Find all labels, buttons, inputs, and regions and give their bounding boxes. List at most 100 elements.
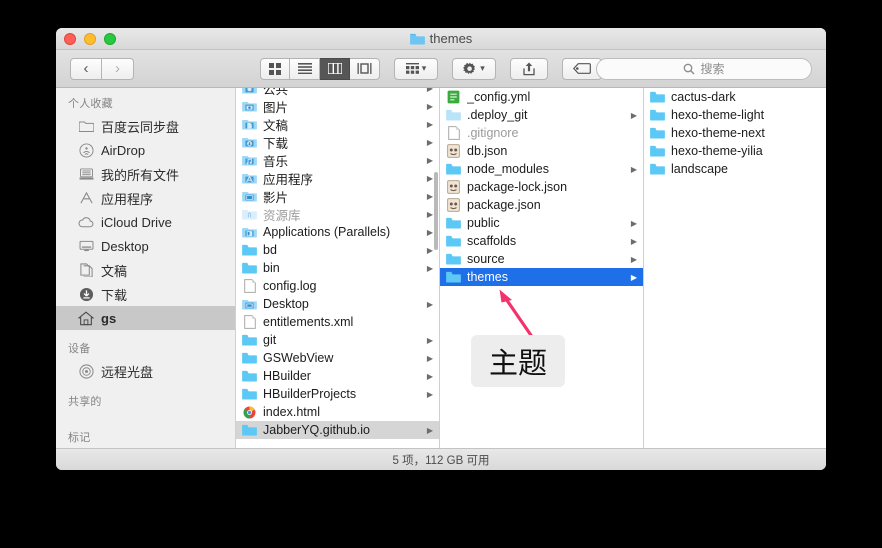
chevron-right-icon: ▶ bbox=[427, 102, 433, 111]
file-row[interactable]: hexo-theme-next bbox=[644, 124, 826, 142]
chevron-right-icon: ▶ bbox=[427, 300, 433, 309]
file-row[interactable]: bd▶ bbox=[236, 241, 439, 259]
sidebar-item-label: 下载 bbox=[101, 285, 127, 304]
file-row[interactable]: 文稿▶ bbox=[236, 115, 439, 133]
sidebar-item-documents[interactable]: 文稿 bbox=[56, 258, 235, 282]
finder-body: 个人收藏 百度云同步盘 AirDrop 我的所有文件 bbox=[56, 88, 826, 448]
json-file-icon bbox=[446, 198, 461, 212]
file-row[interactable]: public▶ bbox=[440, 214, 643, 232]
file-row[interactable]: node_modules▶ bbox=[440, 160, 643, 178]
file-row[interactable]: Applications (Parallels)▶ bbox=[236, 223, 439, 241]
file-row[interactable]: 应用程序▶ bbox=[236, 169, 439, 187]
chevron-down-icon: ▾ bbox=[422, 64, 427, 73]
sidebar-item-applications[interactable]: 应用程序 bbox=[56, 186, 235, 210]
file-row[interactable]: index.html bbox=[236, 403, 439, 421]
file-row-label: scaffolds bbox=[467, 234, 625, 248]
document-icon bbox=[242, 315, 257, 329]
file-row[interactable]: config.log bbox=[236, 277, 439, 295]
file-row[interactable]: 音乐▶ bbox=[236, 151, 439, 169]
back-button[interactable]: ‹ bbox=[70, 58, 102, 80]
file-row[interactable]: 图片▶ bbox=[236, 97, 439, 115]
file-row[interactable]: hexo-theme-yilia bbox=[644, 142, 826, 160]
window-titlebar[interactable]: themes bbox=[56, 28, 826, 50]
file-row[interactable]: themes▶ bbox=[440, 268, 643, 286]
close-button[interactable] bbox=[64, 33, 76, 45]
sidebar-item-icloud-drive[interactable]: iCloud Drive bbox=[56, 210, 235, 234]
file-row[interactable]: HBuilder▶ bbox=[236, 367, 439, 385]
file-row-label: bin bbox=[263, 261, 421, 275]
sidebar-item-gs[interactable]: gs bbox=[56, 306, 235, 330]
file-row[interactable]: HBuilderProjects▶ bbox=[236, 385, 439, 403]
file-row-label: _config.yml bbox=[467, 90, 637, 104]
chevron-right-icon: ▶ bbox=[427, 246, 433, 255]
file-row[interactable]: entitlements.xml bbox=[236, 313, 439, 331]
document-icon bbox=[446, 126, 461, 140]
column-browser: 公共▶图片▶文稿▶下载▶音乐▶应用程序▶影片▶资源库▶Applications … bbox=[236, 88, 826, 448]
sidebar-item-label: iCloud Drive bbox=[101, 215, 172, 230]
file-row[interactable]: landscape bbox=[644, 160, 826, 178]
action-button[interactable]: ▾ bbox=[452, 58, 496, 80]
file-row[interactable]: git▶ bbox=[236, 331, 439, 349]
file-row[interactable]: scaffolds▶ bbox=[440, 232, 643, 250]
file-row[interactable]: _config.yml bbox=[440, 88, 643, 106]
column-themes-rows: cactus-dark hexo-theme-light hexo-theme-ne… bbox=[644, 88, 826, 178]
file-row[interactable]: bin▶ bbox=[236, 259, 439, 277]
sidebar-item-desktop[interactable]: Desktop bbox=[56, 234, 235, 258]
file-row[interactable]: cactus-dark bbox=[644, 88, 826, 106]
sidebar-item-baidu-sync[interactable]: 百度云同步盘 bbox=[56, 114, 235, 138]
sidebar-item-remote-disc[interactable]: 远程光盘 bbox=[56, 359, 235, 383]
file-row[interactable]: package-lock.json bbox=[440, 178, 643, 196]
file-row[interactable]: .gitignore bbox=[440, 124, 643, 142]
chevron-right-icon: ▶ bbox=[631, 255, 637, 264]
file-row[interactable]: hexo-theme-light bbox=[644, 106, 826, 124]
folder-icon bbox=[242, 261, 257, 275]
list-view-icon bbox=[298, 63, 312, 74]
sidebar-item-airdrop[interactable]: AirDrop bbox=[56, 138, 235, 162]
file-row[interactable]: 影片▶ bbox=[236, 187, 439, 205]
chevron-right-icon: ▶ bbox=[631, 165, 637, 174]
file-row[interactable]: package.json bbox=[440, 196, 643, 214]
json-file-icon bbox=[446, 180, 461, 194]
column-project[interactable]: _config.yml .deploy_git▶.gitignoredb.json… bbox=[440, 88, 644, 448]
share-button[interactable] bbox=[510, 58, 548, 80]
zoom-button[interactable] bbox=[104, 33, 116, 45]
chevron-right-icon: ▶ bbox=[631, 273, 637, 282]
folder-movies-icon bbox=[242, 189, 257, 203]
column-home-scrollbar[interactable] bbox=[434, 172, 438, 250]
icon-view-button[interactable] bbox=[260, 58, 290, 80]
file-row[interactable]: Desktop▶ bbox=[236, 295, 439, 313]
file-row[interactable]: db.json bbox=[440, 142, 643, 160]
search-field[interactable]: 搜索 bbox=[596, 58, 812, 80]
file-row-label: package-lock.json bbox=[467, 180, 637, 194]
file-row[interactable]: source▶ bbox=[440, 250, 643, 268]
column-view-button[interactable] bbox=[320, 58, 350, 80]
list-view-button[interactable] bbox=[290, 58, 320, 80]
sidebar-item-label: 远程光盘 bbox=[101, 362, 153, 381]
gear-icon bbox=[463, 62, 477, 76]
file-row[interactable]: GSWebView▶ bbox=[236, 349, 439, 367]
arrange-button[interactable]: ▾ bbox=[394, 58, 438, 80]
search-input[interactable]: 搜索 bbox=[700, 60, 724, 77]
column-view-icon bbox=[328, 63, 342, 74]
file-row-label: package.json bbox=[467, 198, 637, 212]
sidebar-item-downloads[interactable]: 下载 bbox=[56, 282, 235, 306]
column-themes[interactable]: cactus-dark hexo-theme-light hexo-theme-ne… bbox=[644, 88, 826, 448]
folder-icon bbox=[242, 351, 257, 365]
minimize-button[interactable] bbox=[84, 33, 96, 45]
coverflow-view-icon bbox=[357, 63, 372, 74]
chevron-down-icon: ▾ bbox=[480, 64, 485, 73]
column-home[interactable]: 公共▶图片▶文稿▶下载▶音乐▶应用程序▶影片▶资源库▶Applications … bbox=[236, 88, 440, 448]
file-row[interactable]: 下载▶ bbox=[236, 133, 439, 151]
file-row[interactable]: JabberYQ.github.io▶ bbox=[236, 421, 439, 439]
file-row[interactable]: 资源库▶ bbox=[236, 205, 439, 223]
file-row-label: hexo-theme-light bbox=[671, 108, 820, 122]
sidebar-section-header-devices: 设备 bbox=[56, 337, 235, 359]
traffic-light-group bbox=[64, 33, 116, 45]
folder-icon bbox=[446, 270, 461, 284]
coverflow-view-button[interactable] bbox=[350, 58, 380, 80]
file-row[interactable]: .deploy_git▶ bbox=[440, 106, 643, 124]
sidebar-item-all-my-files[interactable]: 我的所有文件 bbox=[56, 162, 235, 186]
folder-documents-icon bbox=[242, 117, 257, 131]
forward-button[interactable]: › bbox=[102, 58, 134, 80]
file-row-label: entitlements.xml bbox=[263, 315, 433, 329]
